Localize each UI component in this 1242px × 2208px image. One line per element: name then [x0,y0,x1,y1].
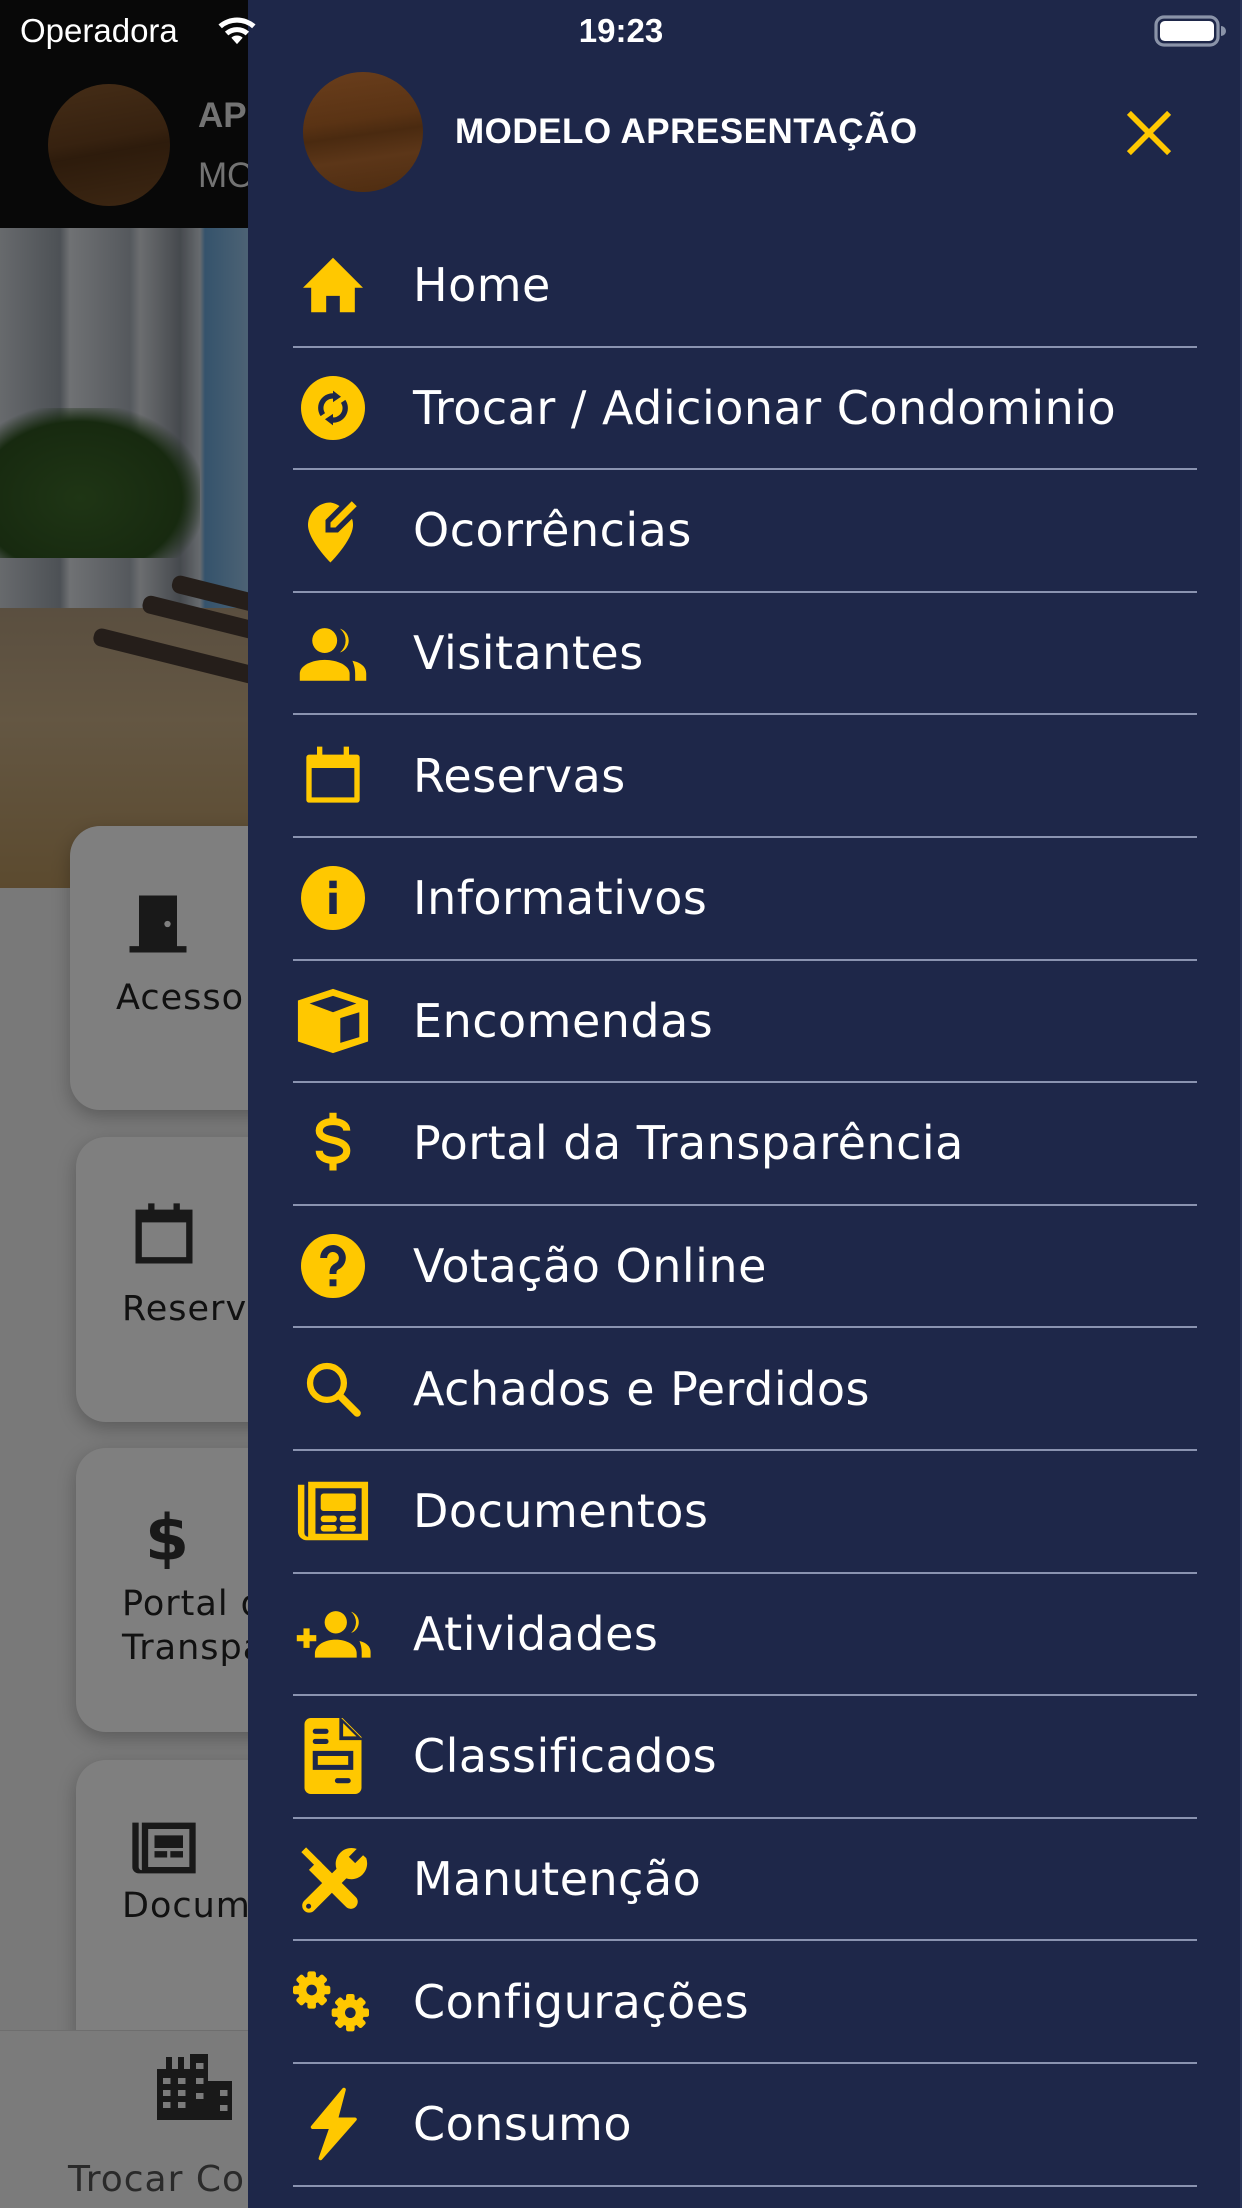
menu-item-label: Reservas [413,748,626,803]
menu-item-label: Achados e Perdidos [413,1361,870,1416]
file-document-icon [293,1716,373,1796]
cogs-icon [293,1962,373,2042]
menu-item-label: Trocar / Adicionar Condominio [413,380,1117,435]
menu-item-maintenance[interactable]: Manutenção [293,1819,1197,1942]
menu-item-label: Consumo [413,2097,632,2152]
condominium-avatar [303,72,423,192]
menu-item-transparency-portal[interactable]: Portal da Transparência [293,1083,1197,1206]
navigation-drawer: MODELO APRESENTAÇÃO Home Trocar / Adicio… [248,0,1242,2208]
menu-item-label: Encomendas [413,993,714,1048]
newspaper-icon [293,1471,373,1551]
menu-item-label: Votação Online [413,1239,767,1294]
menu-item-label: Home [413,258,551,313]
home-icon [293,245,373,325]
tools-icon [293,1839,373,1919]
menu-item-label: Manutenção [413,1852,702,1907]
menu-item-switch-condominium[interactable]: Trocar / Adicionar Condominio [293,348,1197,471]
menu-item-activities[interactable]: Atividades [293,1574,1197,1697]
menu-item-label: Configurações [413,1974,750,2029]
drawer-menu: Home Trocar / Adicionar Condominio Ocorr… [293,225,1197,2187]
close-icon [1126,110,1172,156]
menu-item-documents[interactable]: Documentos [293,1451,1197,1574]
menu-item-label: Visitantes [413,626,644,681]
sync-circle-icon [293,368,373,448]
search-icon [293,1349,373,1429]
menu-item-occurrences[interactable]: Ocorrências [293,470,1197,593]
menu-item-online-voting[interactable]: Votação Online [293,1206,1197,1329]
menu-item-label: Informativos [413,871,708,926]
people-icon [293,613,373,693]
calendar-icon [293,736,373,816]
close-drawer-button[interactable] [1118,102,1180,164]
menu-item-visitors[interactable]: Visitantes [293,593,1197,716]
clock: 19:23 [578,12,664,49]
dollar-icon [293,1103,373,1183]
info-circle-icon [293,858,373,938]
menu-item-label: Documentos [413,1484,709,1539]
menu-item-packages[interactable]: Encomendas [293,961,1197,1084]
drawer-title: MODELO APRESENTAÇÃO [455,112,918,151]
lightning-icon [293,2084,373,2164]
status-bar: Operadora 19:23 [0,0,1242,60]
menu-item-home[interactable]: Home [293,225,1197,348]
menu-item-label: Atividades [413,1606,659,1661]
menu-item-lost-and-found[interactable]: Achados e Perdidos [293,1328,1197,1451]
menu-item-label: Ocorrências [413,503,692,558]
menu-item-consumption[interactable]: Consumo [293,2064,1197,2187]
battery-full-icon [1154,15,1226,47]
menu-item-settings[interactable]: Configurações [293,1941,1197,2064]
group-add-icon [293,1594,373,1674]
menu-item-reservations[interactable]: Reservas [293,715,1197,838]
menu-item-label: Portal da Transparência [413,1116,964,1171]
menu-item-bulletins[interactable]: Informativos [293,838,1197,961]
map-marker-edit-icon [293,490,373,570]
package-icon [293,981,373,1061]
menu-item-label: Classificados [413,1729,718,1784]
menu-item-classifieds[interactable]: Classificados [293,1696,1197,1819]
help-circle-icon [293,1226,373,1306]
